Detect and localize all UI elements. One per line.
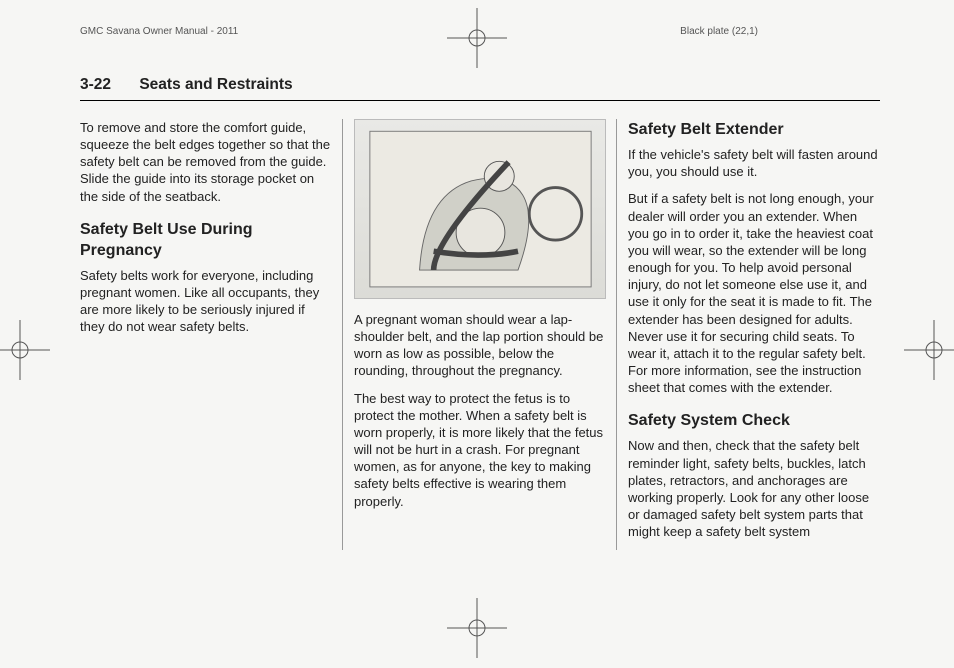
heading-safety-system-check: Safety System Check bbox=[628, 410, 880, 431]
body-text: To remove and store the comfort guide, s… bbox=[80, 119, 332, 205]
heading-safety-belt-pregnancy: Safety Belt Use During Pregnancy bbox=[80, 219, 332, 261]
doc-title: GMC Savana Owner Manual - 2011 bbox=[80, 26, 238, 37]
body-text: Safety belts work for everyone, includin… bbox=[80, 267, 332, 336]
body-text: A pregnant woman should wear a lap-shoul… bbox=[354, 311, 606, 380]
column-1: To remove and store the comfort guide, s… bbox=[80, 119, 332, 550]
chapter-title: Seats and Restraints bbox=[139, 76, 292, 93]
text-columns: To remove and store the comfort guide, s… bbox=[80, 119, 880, 550]
body-text: But if a safety belt is not long enough,… bbox=[628, 190, 880, 396]
page-body: 3-22 Seats and Restraints To remove and … bbox=[80, 76, 880, 616]
seatbelt-figure-icon bbox=[368, 129, 593, 289]
plate-info: Black plate (22,1) bbox=[680, 26, 758, 37]
registration-mark-icon bbox=[904, 320, 954, 380]
column-3: Safety Belt Extender If the vehicle's sa… bbox=[628, 119, 880, 550]
column-2: A pregnant woman should wear a lap-shoul… bbox=[354, 119, 606, 550]
registration-mark-icon bbox=[0, 320, 50, 380]
running-head: 3-22 Seats and Restraints bbox=[80, 76, 880, 101]
print-header: GMC Savana Owner Manual - 2011 Black pla… bbox=[76, 26, 878, 44]
body-text: If the vehicle's safety belt will fasten… bbox=[628, 146, 880, 180]
pregnancy-belt-illustration bbox=[354, 119, 606, 299]
body-text: Now and then, check that the safety belt… bbox=[628, 437, 880, 540]
page-number: 3-22 bbox=[80, 76, 111, 93]
body-text: The best way to protect the fetus is to … bbox=[354, 390, 606, 510]
print-sheet: GMC Savana Owner Manual - 2011 Black pla… bbox=[0, 0, 954, 668]
heading-safety-belt-extender: Safety Belt Extender bbox=[628, 119, 880, 140]
